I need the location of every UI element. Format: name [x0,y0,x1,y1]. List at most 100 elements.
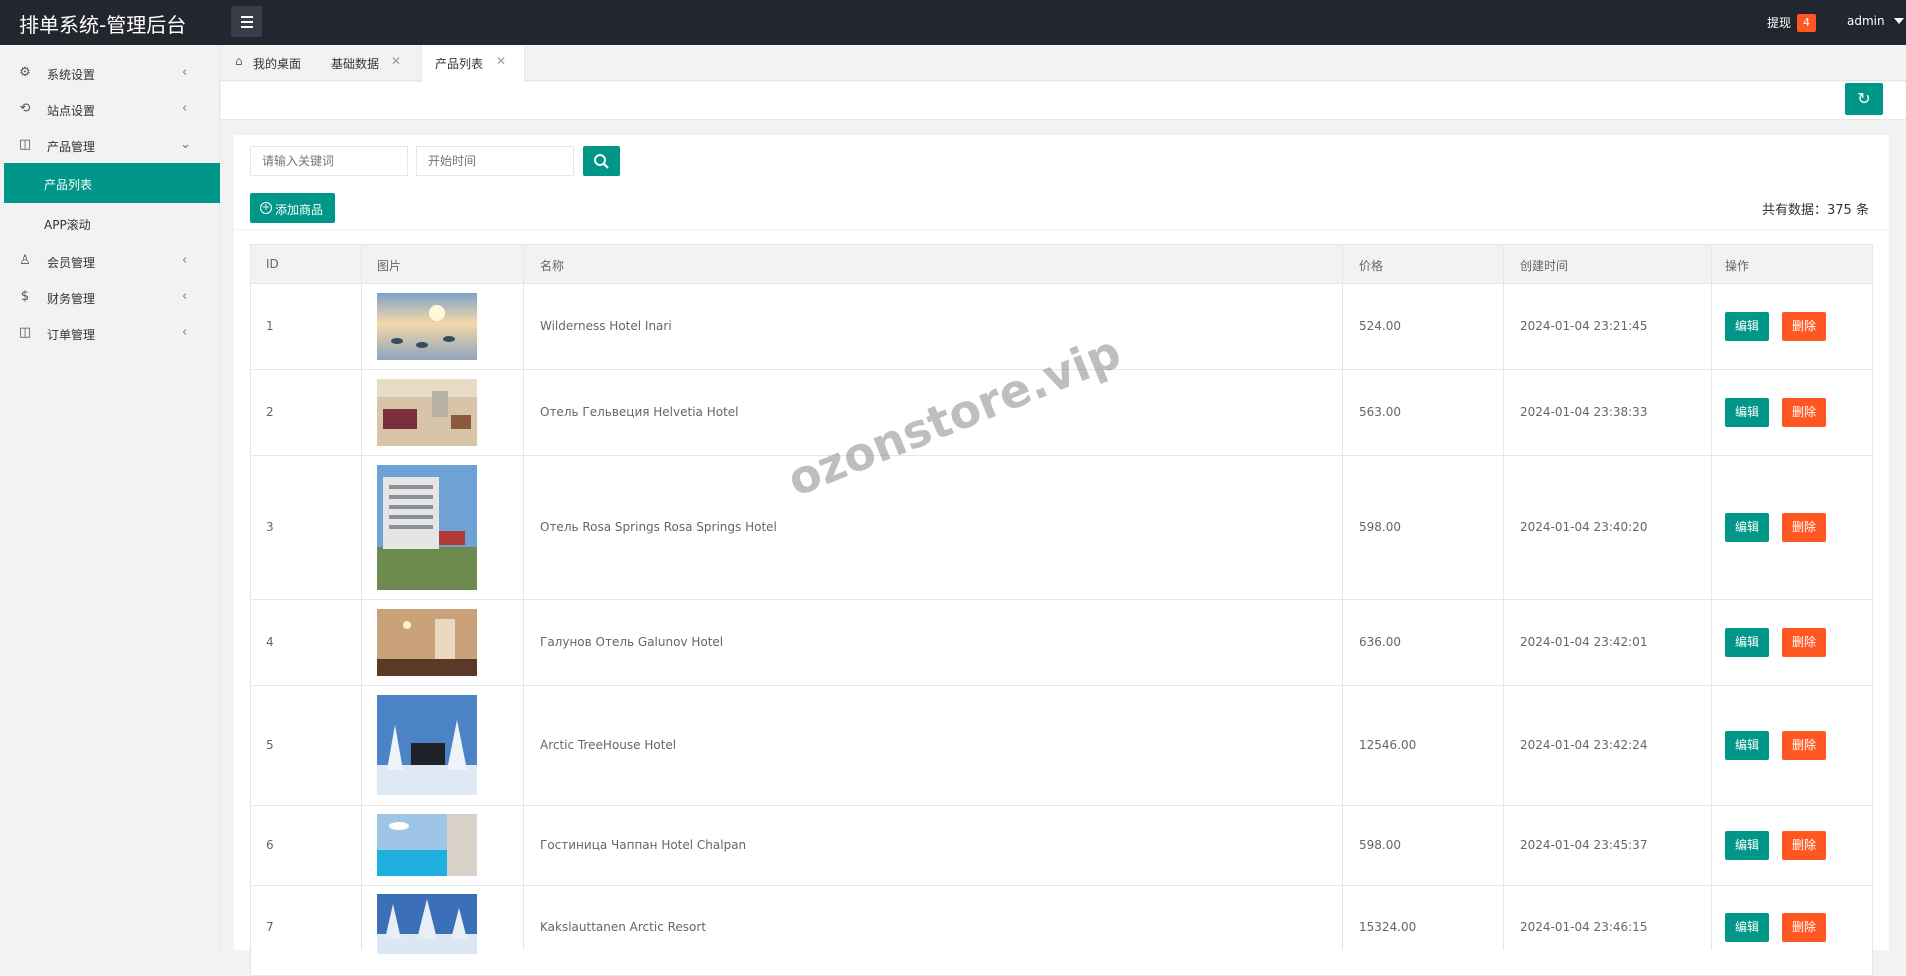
row-price: 524.00 [1359,319,1401,333]
tab-label: 基础数据 [331,57,380,71]
add-product-button[interactable]: + 添加商品 [250,193,335,223]
column-divider [523,244,524,950]
menu-toggle-button[interactable] [231,6,262,37]
delete-button[interactable]: 删除 [1782,312,1826,341]
delete-button[interactable]: 删除 [1782,731,1826,760]
column-header-price: 价格 [1359,259,1384,273]
row-name: Гостиница Чаппан Hotel Chalpan [540,838,747,852]
withdraw-count-badge: 4 [1797,14,1816,32]
sidebar-item-site-settings[interactable]: ⟲ 站点设置 ‹ [0,91,220,127]
app-title: 排单系统-管理后台 [19,13,187,37]
keyword-search-input[interactable] [250,146,408,176]
caret-down-icon[interactable] [1894,18,1904,24]
row-created: 2024-01-04 23:45:37 [1520,838,1648,852]
tab-product-list[interactable]: 产品列表 ✕ [421,45,525,82]
sidebar-item-label: 站点设置 [47,104,96,118]
row-price: 598.00 [1359,520,1401,534]
edit-button[interactable]: 编辑 [1725,831,1769,860]
edit-button[interactable]: 编辑 [1725,398,1769,427]
row-price: 12546.00 [1359,738,1417,752]
withdraw-link[interactable]: 提现 [1767,14,1791,31]
dollar-icon: $ [20,289,30,304]
sidebar-item-member-management[interactable]: ♙ 会员管理 ‹ [0,243,220,279]
delete-button[interactable]: 删除 [1782,831,1826,860]
row-created: 2024-01-04 23:46:15 [1520,920,1648,934]
row-price: 636.00 [1359,635,1401,649]
close-icon[interactable]: ✕ [391,54,401,68]
column-divider [361,244,362,950]
sidebar: ⚙ 系统设置 ‹ ⟲ 站点设置 ‹ ◫ 产品管理 ⌄ 产品列表 APP滚动 ♙ … [0,45,220,950]
row-id: 3 [266,520,274,534]
chevron-left-icon: ‹ [182,253,188,268]
row-name: Arctic TreeHouse Hotel [540,738,677,752]
chevron-left-icon: ‹ [182,325,188,340]
hotel-thumbnail [377,894,477,954]
row-id: 5 [266,738,274,752]
column-header-name: 名称 [540,259,565,273]
hotel-thumbnail [377,379,477,446]
sidebar-subitem-app-scroll[interactable]: APP滚动 [0,203,220,243]
column-divider [1503,244,1504,950]
hotel-thumbnail [377,293,477,360]
total-count: 共有数据：375 条 [1762,203,1869,218]
table-row: 2 Отель Гельвеция Helvetia Hotel 563.00 … [250,370,1873,456]
add-product-label: 添加商品 [275,203,324,217]
hotel-thumbnail [377,695,477,795]
chevron-left-icon: ‹ [182,101,188,116]
row-id: 4 [266,635,274,649]
column-header-actions: 操作 [1725,259,1750,273]
edit-button[interactable]: 编辑 [1725,312,1769,341]
delete-button[interactable]: 删除 [1782,628,1826,657]
delete-button[interactable]: 删除 [1782,398,1826,427]
edit-button[interactable]: 编辑 [1725,628,1769,657]
tab-basic-data[interactable]: 基础数据 ✕ [321,45,421,81]
sidebar-subitem-product-list[interactable]: 产品列表 [4,163,220,203]
sidebar-item-product-management[interactable]: ◫ 产品管理 ⌄ [0,127,220,163]
search-icon [594,154,609,169]
row-price: 598.00 [1359,838,1401,852]
edit-button[interactable]: 编辑 [1725,513,1769,542]
row-price: 563.00 [1359,405,1401,419]
user-menu[interactable]: admin [1847,14,1885,28]
tab-label: 我的桌面 [253,57,302,71]
site-icon: ⟲ [19,101,31,116]
row-created: 2024-01-04 23:21:45 [1520,319,1648,333]
hotel-thumbnail [377,465,477,590]
column-divider [1711,244,1712,950]
refresh-button[interactable]: ↻ [1845,83,1883,115]
row-created: 2024-01-04 23:40:20 [1520,520,1648,534]
start-date-input[interactable] [416,146,574,176]
column-header-created: 创建时间 [1520,259,1569,273]
row-id: 6 [266,838,274,852]
row-name: Галунов Отель Galunov Hotel [540,635,724,649]
box-icon: ◫ [18,137,32,152]
sidebar-item-system-settings[interactable]: ⚙ 系统设置 ‹ [0,55,220,91]
sidebar-item-label: 系统设置 [47,68,96,82]
row-id: 7 [266,920,274,934]
edit-button[interactable]: 编辑 [1725,731,1769,760]
chevron-left-icon: ‹ [182,65,188,80]
sidebar-item-order-management[interactable]: ◫ 订单管理 ‹ [0,315,220,351]
tool-strip [221,82,1906,120]
tab-desktop[interactable]: ⌂ 我的桌面 [221,45,311,81]
search-button[interactable] [583,146,620,176]
top-bar: 排单系统-管理后台 提现 4 admin [0,0,1906,45]
edit-button[interactable]: 编辑 [1725,913,1769,942]
plus-circle-icon: + [260,202,272,214]
delete-button[interactable]: 删除 [1782,513,1826,542]
hotel-thumbnail [377,814,477,876]
table-row: 3 Отель Rosa Springs Rosa Springs Hotel … [250,456,1873,600]
order-icon: ◫ [18,325,32,340]
chevron-left-icon: ‹ [182,289,188,304]
close-icon[interactable]: ✕ [496,54,506,68]
tab-label: 产品列表 [435,57,484,71]
table-row: 4 Галунов Отель Galunov Hotel 636.00 202… [250,600,1873,686]
table-row: 6 Гостиница Чаппан Hotel Chalpan 598.00 … [250,806,1873,886]
row-name: Wilderness Hotel Inari [540,319,672,333]
row-price: 15324.00 [1359,920,1417,934]
delete-button[interactable]: 删除 [1782,913,1826,942]
table-row: 5 Arctic TreeHouse Hotel 12546.00 2024-0… [250,686,1873,806]
sidebar-subitem-label: APP滚动 [44,218,91,232]
tab-bar: ⌂ 我的桌面 基础数据 ✕ 产品列表 ✕ [221,45,1906,82]
sidebar-item-finance-management[interactable]: $ 财务管理 ‹ [0,279,220,315]
